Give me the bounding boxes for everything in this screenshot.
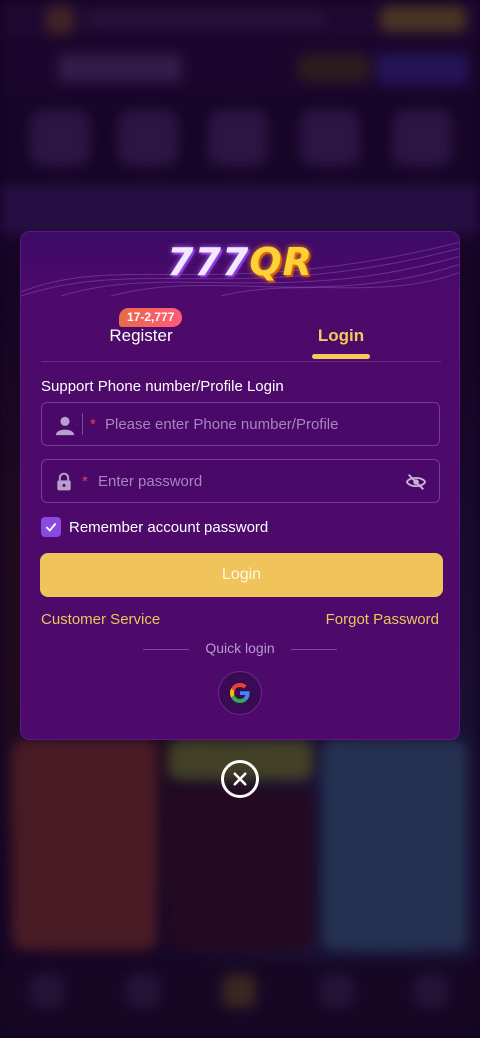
- checkmark-icon: [45, 522, 57, 532]
- field-divider: [82, 413, 83, 435]
- close-icon: [233, 772, 247, 786]
- customer-service-link[interactable]: Customer Service: [41, 611, 160, 628]
- password-input[interactable]: [98, 460, 398, 502]
- register-bonus-badge: 17-2,777: [119, 308, 183, 327]
- remember-checkbox[interactable]: [41, 517, 61, 537]
- divider-line: [143, 649, 189, 650]
- tab-register-label: Register: [109, 326, 173, 345]
- active-tab-indicator: [312, 354, 370, 359]
- login-modal: 777QR Register 17-2,777 Login Support Ph…: [20, 231, 460, 740]
- forgot-password-link[interactable]: Forgot Password: [326, 611, 439, 628]
- phone-field: *: [41, 402, 440, 446]
- quick-login-divider: Quick login: [21, 640, 459, 658]
- eye-off-icon[interactable]: [405, 471, 427, 493]
- required-mark: *: [90, 416, 96, 433]
- divider-line: [291, 649, 337, 650]
- user-icon: [55, 416, 75, 436]
- quick-login-label: Quick login: [205, 640, 275, 656]
- tab-register[interactable]: Register 17-2,777: [41, 298, 241, 362]
- auth-tabs: Register 17-2,777 Login: [41, 298, 441, 362]
- tab-login-label: Login: [317, 326, 365, 345]
- login-button[interactable]: Login: [40, 553, 443, 597]
- lock-icon: [57, 472, 71, 491]
- remember-label: Remember account password: [69, 519, 269, 536]
- login-section-label: Support Phone number/Profile Login: [41, 378, 284, 395]
- tab-login[interactable]: Login: [241, 298, 441, 362]
- modal-header: 777QR: [21, 232, 459, 296]
- brand-logo: 777QR: [167, 240, 313, 284]
- password-field: *: [41, 459, 440, 503]
- google-login-button[interactable]: [218, 671, 262, 715]
- close-modal-button[interactable]: [221, 760, 259, 798]
- required-mark: *: [82, 473, 88, 490]
- phone-input[interactable]: [105, 403, 425, 445]
- google-icon: [230, 683, 250, 703]
